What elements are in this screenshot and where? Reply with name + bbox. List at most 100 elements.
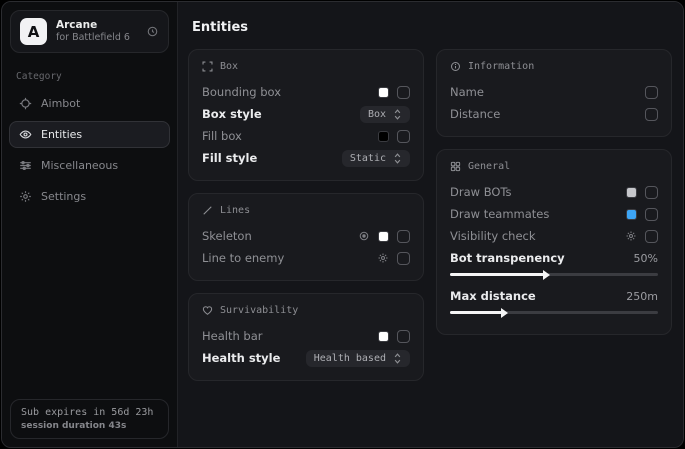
checkbox[interactable] [397, 330, 410, 343]
color-swatch[interactable] [378, 331, 389, 342]
color-swatch[interactable] [378, 131, 389, 142]
color-swatch[interactable] [626, 209, 637, 220]
dropdown-value: Health based [314, 353, 386, 364]
sidebar-nav: Aimbot Entities Miscellaneous [2, 88, 177, 212]
setting-row: Health bar [202, 325, 410, 347]
bot-transparency-slider[interactable] [450, 273, 658, 276]
sidebar-item-miscellaneous[interactable]: Miscellaneous [9, 152, 170, 179]
right-column: Information Name Distance [436, 49, 672, 381]
setting-row: Draw BOTs [450, 181, 658, 203]
checkbox[interactable] [645, 86, 658, 99]
checkbox[interactable] [397, 252, 410, 265]
checkbox[interactable] [645, 230, 658, 243]
fill-style-dropdown[interactable]: Static [342, 150, 410, 167]
information-card: Information Name Distance [436, 49, 672, 137]
setting-label: Bounding box [202, 85, 281, 99]
setting-label: Distance [450, 107, 500, 121]
max-distance-slider[interactable] [450, 311, 658, 314]
setting-row: Draw teammates [450, 203, 658, 225]
crosshair-icon [19, 97, 32, 110]
box-style-dropdown[interactable]: Box [360, 106, 410, 123]
setting-row: Fill style Static [202, 147, 410, 169]
box-corners-icon [202, 61, 213, 72]
setting-label: Max distance [450, 289, 536, 303]
brand-subtitle: for Battlefield 6 [56, 32, 137, 44]
setting-label: Fill box [202, 129, 242, 143]
setting-label: Draw BOTs [450, 185, 512, 199]
card-title: Survivability [220, 305, 298, 316]
setting-label: Health bar [202, 329, 263, 343]
color-swatch[interactable] [378, 231, 389, 242]
category-label: Category [16, 71, 163, 82]
general-card: General Draw BOTs Draw teammates [436, 149, 672, 335]
setting-label: Bot transpenency [450, 251, 565, 265]
session-duration-text: session duration 43s [21, 421, 158, 431]
sidebar-item-label: Miscellaneous [41, 159, 118, 172]
sidebar-item-label: Settings [41, 190, 86, 203]
slider-value: 250m [626, 290, 658, 303]
slider-fill [450, 273, 544, 276]
target-settings-icon[interactable] [358, 230, 370, 242]
sidebar: A Arcane for Battlefield 6 Category Aimb… [2, 2, 178, 447]
setting-row: Skeleton [202, 225, 410, 247]
slider-value: 50% [634, 252, 658, 265]
chevron-updown-icon [393, 353, 402, 364]
slider-fill [450, 311, 502, 314]
sidebar-item-label: Entities [41, 128, 82, 141]
dropdown-value: Box [368, 109, 386, 120]
survivability-card: Survivability Health bar Health style He… [188, 293, 424, 381]
box-card: Box Bounding box Box style Box [188, 49, 424, 181]
health-style-dropdown[interactable]: Health based [306, 350, 410, 367]
lines-card: Lines Skeleton [188, 193, 424, 281]
gear-icon[interactable] [377, 252, 389, 264]
checkbox[interactable] [645, 108, 658, 121]
gear-icon [19, 190, 32, 203]
card-title: Lines [220, 205, 250, 216]
eye-icon [19, 128, 32, 141]
setting-row: Max distance 250m [450, 285, 658, 307]
checkbox[interactable] [397, 230, 410, 243]
checkbox[interactable] [645, 186, 658, 199]
sidebar-item-settings[interactable]: Settings [9, 183, 170, 210]
checkbox[interactable] [397, 86, 410, 99]
refresh-icon[interactable] [146, 25, 159, 38]
gear-icon[interactable] [625, 230, 637, 242]
checkbox[interactable] [645, 208, 658, 221]
setting-label: Name [450, 85, 484, 99]
card-title: General [468, 161, 510, 172]
brand-name: Arcane [56, 19, 137, 32]
setting-row: Fill box [202, 125, 410, 147]
sliders-icon [19, 159, 32, 172]
card-title: Information [468, 61, 534, 72]
checkbox[interactable] [397, 130, 410, 143]
chevron-updown-icon [393, 109, 402, 120]
setting-row: Line to enemy [202, 247, 410, 269]
setting-label: Health style [202, 351, 280, 365]
info-icon [450, 61, 461, 72]
setting-label: Visibility check [450, 229, 536, 243]
sidebar-item-aimbot[interactable]: Aimbot [9, 90, 170, 117]
app-window: A Arcane for Battlefield 6 Category Aimb… [1, 1, 684, 448]
subscription-card: Sub expires in 56d 23h session duration … [10, 399, 169, 439]
grid-icon [450, 161, 461, 172]
color-swatch[interactable] [626, 187, 637, 198]
color-swatch[interactable] [378, 87, 389, 98]
dropdown-value: Static [350, 153, 386, 164]
card-title: Box [220, 61, 238, 72]
sub-expiry-text: Sub expires in 56d 23h [21, 407, 158, 418]
left-column: Box Bounding box Box style Box [188, 49, 424, 381]
main-panel: Entities Box Bounding box [178, 2, 683, 447]
heart-icon [202, 305, 213, 316]
page-title: Entities [192, 20, 672, 35]
diagonal-line-icon [202, 205, 213, 216]
sidebar-item-label: Aimbot [41, 97, 80, 110]
setting-row: Distance [450, 103, 658, 125]
setting-row: Health style Health based [202, 347, 410, 369]
app-logo: A [20, 18, 47, 45]
setting-row: Bounding box [202, 81, 410, 103]
setting-label: Skeleton [202, 229, 252, 243]
sidebar-item-entities[interactable]: Entities [9, 121, 170, 148]
chevron-updown-icon [393, 153, 402, 164]
setting-row: Bot transpenency 50% [450, 247, 658, 269]
setting-label: Line to enemy [202, 251, 284, 265]
